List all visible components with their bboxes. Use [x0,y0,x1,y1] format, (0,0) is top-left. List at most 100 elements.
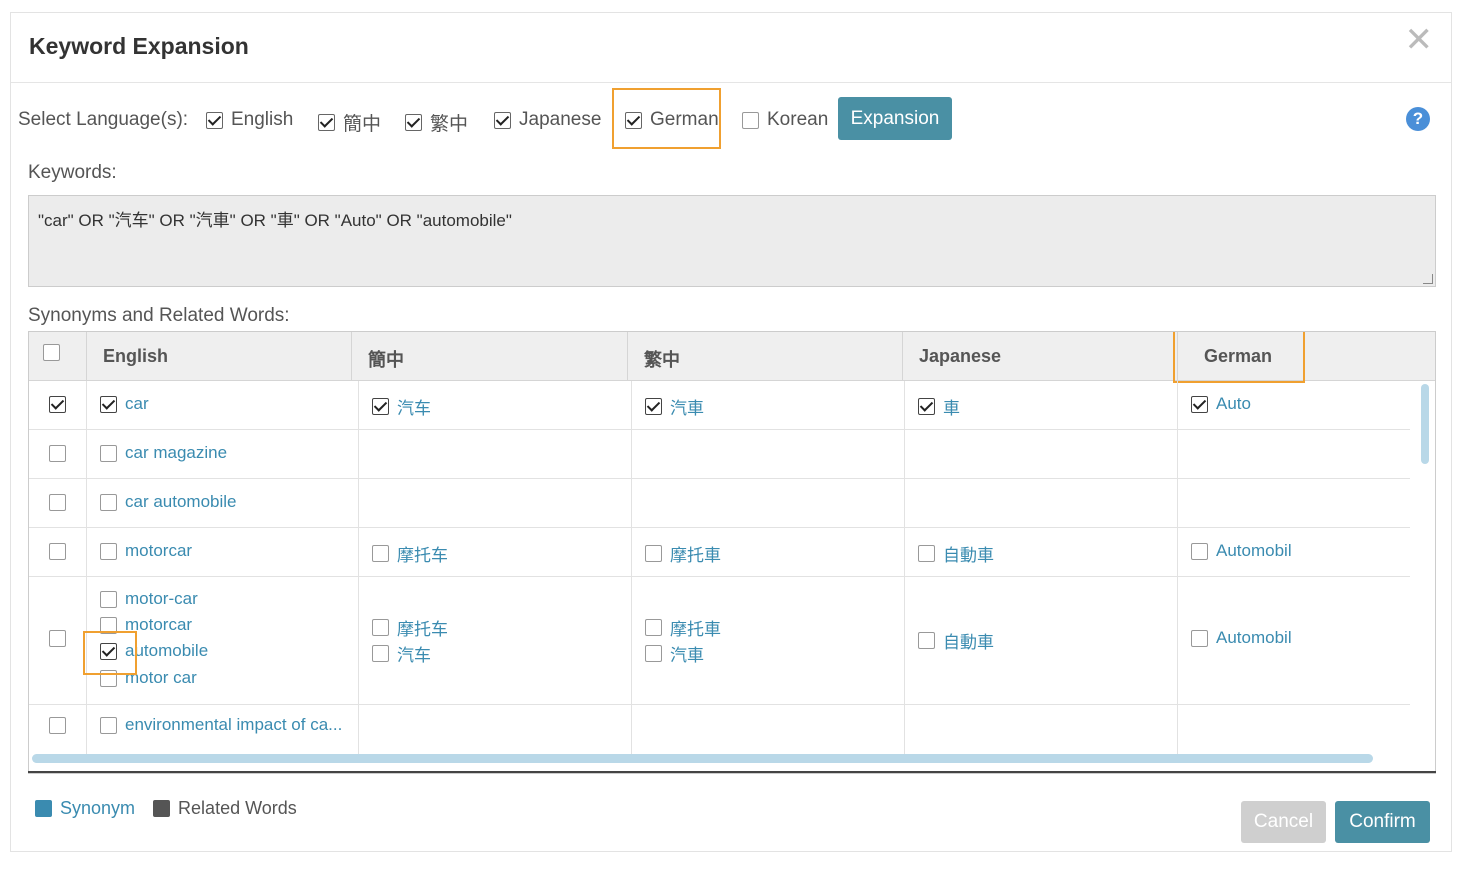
word-item[interactable]: Automobil [1191,628,1292,648]
confirm-button[interactable]: Confirm [1335,801,1430,843]
word-label: 摩托車 [670,620,721,639]
table-row: motor-car motorcar automobile motor car … [29,577,1410,705]
checkbox-icon[interactable] [405,114,422,131]
checkbox-icon[interactable] [372,545,389,562]
horizontal-scrollbar[interactable] [32,754,1373,763]
checkbox-icon[interactable] [1191,395,1208,413]
language-option-label: 繁中 [430,114,469,135]
word-item[interactable]: 汽車 [645,394,704,419]
word-label: car magazine [125,443,228,462]
checkbox-icon[interactable] [1191,542,1208,560]
checkbox-icon[interactable] [645,619,662,636]
row-select-checkbox[interactable] [49,396,66,413]
checkbox-icon[interactable] [372,398,389,415]
checkbox-icon[interactable] [100,493,117,511]
synonym-legend-label: Synonym [60,798,136,818]
word-item[interactable]: car magazine [100,443,227,463]
word-label: 汽車 [670,399,704,418]
checkbox-icon[interactable] [100,444,117,462]
word-item[interactable]: Automobil [1191,541,1292,561]
word-item[interactable]: 汽車 [645,641,704,666]
english-cell: car magazine [87,430,359,478]
language-option-zh-tw[interactable]: 繁中 [405,109,468,136]
language-option-japanese[interactable]: Japanese [494,109,601,131]
word-item[interactable]: car automobile [100,492,237,512]
checkbox-icon[interactable] [918,398,935,415]
checkbox-icon[interactable] [918,632,935,649]
zh-tw-cell: 摩托車 汽車 [632,577,905,704]
word-item[interactable]: car [100,394,149,414]
checkbox-icon[interactable] [645,645,662,662]
modal-title: Keyword Expansion [29,33,249,59]
related-legend-label: Related Words [178,798,297,818]
checkbox-icon[interactable] [645,545,662,562]
word-item[interactable]: 汽车 [372,394,431,419]
word-label: 車 [943,399,960,418]
table-row: environmental impact of ca... [29,705,1410,754]
zh-tw-cell: 汽車 [632,381,905,429]
checkbox-icon[interactable] [206,111,223,129]
checkbox-icon[interactable] [918,545,935,562]
german-cell: Automobil [1178,577,1410,704]
word-item[interactable]: 汽车 [372,641,431,666]
word-label: environmental impact of ca... [125,715,343,734]
word-item[interactable]: 摩托車 [645,541,721,566]
keywords-textarea[interactable]: "car" OR "汽车" OR "汽車" OR "車" OR "Auto" O… [28,195,1436,287]
keywords-label: Keywords: [28,162,117,183]
language-option-zh-cn[interactable]: 簡中 [318,109,381,136]
cancel-button[interactable]: Cancel [1241,801,1326,843]
row-select-checkbox[interactable] [49,543,66,560]
checkbox-icon[interactable] [494,111,511,129]
word-item[interactable]: 摩托車 [645,615,721,640]
row-select-cell [29,705,87,754]
word-item[interactable]: environmental impact of ca... [100,715,342,735]
highlight-box [1173,332,1305,383]
german-cell: Automobil [1178,528,1410,576]
word-item[interactable]: 車 [918,394,960,419]
checkbox-icon[interactable] [1191,629,1208,647]
language-option-label: Japanese [519,109,602,130]
row-select-checkbox[interactable] [49,494,66,511]
checkbox-icon[interactable] [372,645,389,662]
help-icon[interactable]: ? [1406,107,1430,131]
keywords-value: "car" OR "汽车" OR "汽車" OR "車" OR "Auto" O… [38,211,512,230]
checkbox-icon[interactable] [742,111,759,129]
japanese-cell: 自動車 [905,528,1178,576]
row-select-cell [29,381,87,429]
column-header-zh-tw: 繁中 [628,332,903,381]
row-select-checkbox[interactable] [49,717,66,734]
row-select-checkbox[interactable] [49,630,66,647]
checkbox-icon[interactable] [645,398,662,415]
japanese-cell: 車 [905,381,1178,429]
checkbox-icon[interactable] [100,590,117,608]
word-item[interactable]: 自動車 [918,628,994,653]
checkbox-icon[interactable] [372,619,389,636]
japanese-cell [905,430,1178,478]
zh-cn-cell: 汽车 [359,381,632,429]
word-label: 自動車 [943,633,994,652]
close-icon[interactable]: ✕ [1405,23,1434,57]
word-item[interactable]: 摩托车 [372,541,448,566]
language-option-english[interactable]: English [206,109,293,131]
checkbox-icon[interactable] [100,542,117,560]
row-select-checkbox[interactable] [49,445,66,462]
resize-handle-icon[interactable] [1423,274,1433,284]
german-cell [1178,705,1410,754]
checkbox-icon[interactable] [100,716,117,734]
checkbox-icon[interactable] [318,114,335,131]
word-item[interactable]: 摩托车 [372,615,448,640]
highlight-box [83,631,137,675]
select-all-checkbox[interactable] [43,344,60,361]
expansion-button[interactable]: Expansion [838,97,952,140]
checkbox-icon[interactable] [100,395,117,413]
language-option-korean[interactable]: Korean [742,109,828,131]
language-option-label: 簡中 [343,114,382,135]
word-item[interactable]: Auto [1191,394,1251,414]
vertical-scrollbar[interactable] [1421,384,1429,464]
word-label: 自動車 [943,546,994,565]
word-item[interactable]: motorcar [100,541,192,561]
german-cell: Auto [1178,381,1410,429]
language-option-label: Korean [767,109,829,130]
word-item[interactable]: 自動車 [918,541,994,566]
word-item[interactable]: motor-car [100,589,198,609]
